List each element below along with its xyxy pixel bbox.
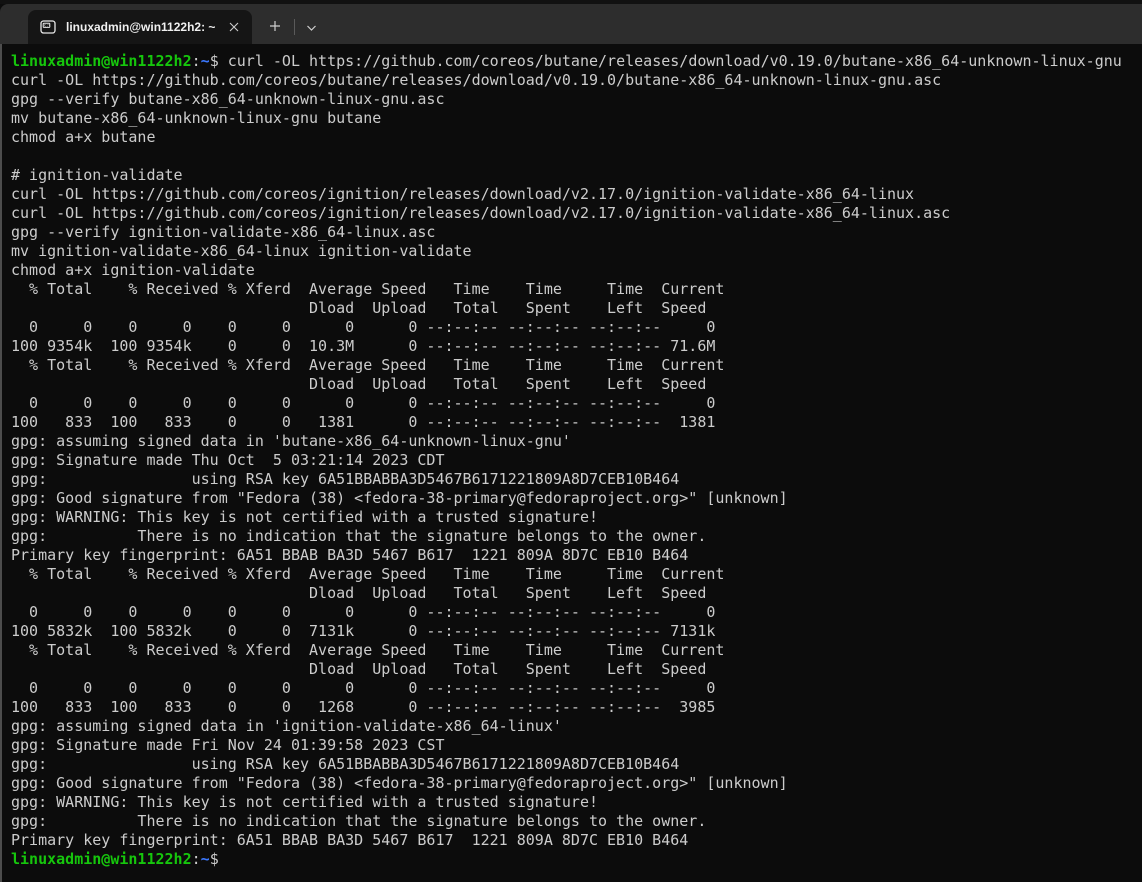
terminal-line: Primary key fingerprint: 6A51 BBAB BA3D … <box>11 546 689 564</box>
terminal-line: 0 0 0 0 0 0 0 0 --:--:-- --:--:-- --:--:… <box>11 679 716 697</box>
terminal-line: gpg --verify butane-x86_64-unknown-linux… <box>11 90 445 108</box>
terminal-line: 0 0 0 0 0 0 0 0 --:--:-- --:--:-- --:--:… <box>11 394 716 412</box>
terminal-line: curl -OL https://github.com/coreos/ignit… <box>11 185 915 203</box>
tab-dropdown-button[interactable] <box>297 10 325 44</box>
terminal-line: mv butane-x86_64-unknown-linux-gnu butan… <box>11 109 382 127</box>
terminal-line: gpg: Good signature from "Fedora (38) <f… <box>11 774 788 792</box>
terminal-line: Dload Upload Total Spent Left Speed <box>11 299 707 317</box>
chevron-down-icon <box>306 20 317 35</box>
terminal-line: gpg: using RSA key 6A51BBABBA3D5467B6171… <box>11 470 680 488</box>
terminal-line: % Total % Received % Xferd Average Speed… <box>11 280 725 298</box>
terminal-line: chmod a+x ignition-validate <box>11 261 255 279</box>
tab-close-button[interactable] <box>222 15 246 39</box>
terminal-line: curl -OL https://github.com/coreos/butan… <box>11 71 942 89</box>
terminal-line: 100 833 100 833 0 0 1381 0 --:--:-- --:-… <box>11 413 716 431</box>
terminal-window: C:\ linuxadmin@win1122h2: ~ linuxadmin@w… <box>0 0 1142 882</box>
terminal-line: gpg: Signature made Fri Nov 24 01:39:58 … <box>11 736 445 754</box>
terminal-line: 0 0 0 0 0 0 0 0 --:--:-- --:--:-- --:--:… <box>11 318 716 336</box>
command-prompt-icon: C:\ <box>40 19 56 35</box>
terminal-line: gpg: Signature made Thu Oct 5 03:21:14 2… <box>11 451 445 469</box>
terminal-line: % Total % Received % Xferd Average Speed… <box>11 565 725 583</box>
terminal-line: curl -OL https://github.com/coreos/ignit… <box>11 204 951 222</box>
terminal-line: mv ignition-validate-x86_64-linux igniti… <box>11 242 472 260</box>
terminal-line: % Total % Received % Xferd Average Speed… <box>11 356 725 374</box>
terminal-line: # ignition-validate <box>11 166 183 184</box>
tab-title: linuxadmin@win1122h2: ~ <box>66 20 216 34</box>
tab-linuxadmin[interactable]: C:\ linuxadmin@win1122h2: ~ <box>28 10 252 44</box>
terminal-line: linuxadmin@win1122h2:~$ <box>11 850 219 868</box>
tabbar-divider <box>294 19 295 35</box>
new-tab-button[interactable] <box>258 10 292 44</box>
terminal-line: Dload Upload Total Spent Left Speed <box>11 584 707 602</box>
terminal-line: Primary key fingerprint: 6A51 BBAB BA3D … <box>11 831 689 849</box>
terminal-line: gpg: There is no indication that the sig… <box>11 812 707 830</box>
plus-icon <box>269 20 281 35</box>
terminal-line: gpg: There is no indication that the sig… <box>11 527 707 545</box>
terminal-line: 100 833 100 833 0 0 1268 0 --:--:-- --:-… <box>11 698 716 716</box>
terminal-line: % Total % Received % Xferd Average Speed… <box>11 641 725 659</box>
terminal-line: Dload Upload Total Spent Left Speed <box>11 660 707 678</box>
terminal-line: gpg --verify ignition-validate-x86_64-li… <box>11 223 436 241</box>
terminal-line: gpg: WARNING: This key is not certified … <box>11 508 598 526</box>
close-icon <box>229 20 239 35</box>
terminal-line: 100 5832k 100 5832k 0 0 7131k 0 --:--:--… <box>11 622 716 640</box>
terminal-line: gpg: WARNING: This key is not certified … <box>11 793 598 811</box>
terminal-line: gpg: using RSA key 6A51BBABBA3D5467B6171… <box>11 755 680 773</box>
terminal-line: Dload Upload Total Spent Left Speed <box>11 375 707 393</box>
terminal-line: gpg: assuming signed data in 'butane-x86… <box>11 432 571 450</box>
terminal-line: gpg: assuming signed data in 'ignition-v… <box>11 717 562 735</box>
terminal-output[interactable]: linuxadmin@win1122h2:~$ curl -OL https:/… <box>0 44 1142 882</box>
terminal-line: 0 0 0 0 0 0 0 0 --:--:-- --:--:-- --:--:… <box>11 603 716 621</box>
svg-text:C:\: C:\ <box>44 24 51 28</box>
terminal-line: 100 9354k 100 9354k 0 0 10.3M 0 --:--:--… <box>11 337 716 355</box>
terminal-line: linuxadmin@win1122h2:~$ curl -OL https:/… <box>11 52 1122 70</box>
terminal-line: gpg: Good signature from "Fedora (38) <f… <box>11 489 788 507</box>
terminal-line: chmod a+x butane <box>11 128 156 146</box>
tab-bar: C:\ linuxadmin@win1122h2: ~ <box>0 4 1142 44</box>
